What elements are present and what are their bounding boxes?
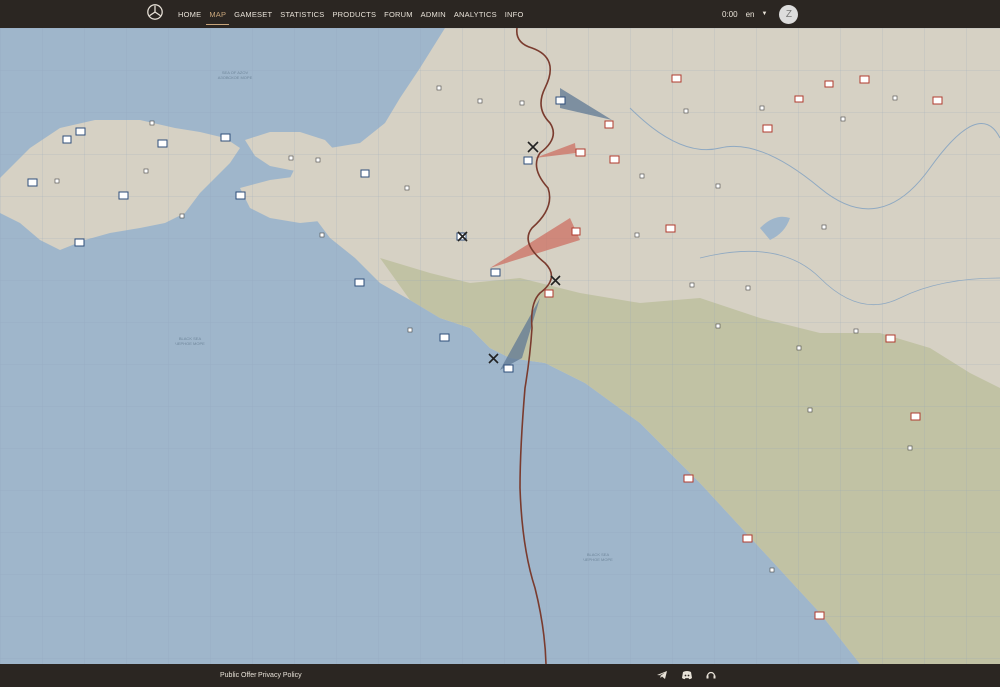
nav-home[interactable]: HOME [178, 10, 201, 19]
nav-gameset[interactable]: GAMESET [234, 10, 272, 19]
privacy-policy-link[interactable]: Privacy Policy [258, 672, 302, 679]
footer: Public Offer Privacy Policy [0, 664, 1000, 687]
unit-marker-enemy[interactable] [814, 611, 825, 620]
main-nav: HOME MAP GAMESET STATISTICS PRODUCTS FOR… [178, 0, 531, 28]
unit-marker-enemy[interactable] [575, 148, 586, 157]
unit-marker-allied[interactable] [503, 364, 514, 373]
nav-admin[interactable]: ADMIN [421, 10, 446, 19]
unit-marker-allied[interactable] [118, 191, 129, 200]
unit-marker-allied[interactable] [439, 333, 450, 342]
unit-marker-allied[interactable] [157, 139, 168, 148]
nav-forum[interactable]: FORUM [384, 10, 413, 19]
map-canvas[interactable]: SEA OF AZOV АЗОВСКОЕ МОРЕ BLACK SEA ЧЕРН… [0, 28, 1000, 664]
unit-marker-allied[interactable] [74, 238, 85, 247]
unit-marker-allied[interactable] [62, 135, 72, 144]
chevron-down-icon: ▼ [761, 11, 768, 17]
unit-marker-allied[interactable] [360, 169, 370, 178]
nav-map[interactable]: MAP [206, 10, 230, 25]
discord-icon[interactable] [681, 669, 693, 681]
unit-marker-enemy[interactable] [604, 120, 614, 129]
unit-marker-allied[interactable] [27, 178, 38, 187]
unit-marker-enemy[interactable] [544, 289, 554, 298]
unit-marker-enemy[interactable] [671, 74, 682, 83]
unit-marker-allied[interactable] [220, 133, 231, 142]
unit-marker-enemy[interactable] [794, 95, 804, 103]
unit-marker-enemy[interactable] [824, 80, 834, 88]
unit-marker-enemy[interactable] [609, 155, 620, 164]
logo-icon[interactable] [146, 3, 164, 21]
unit-marker-enemy[interactable] [762, 124, 773, 133]
unit-marker-allied[interactable] [75, 127, 86, 136]
unit-marker-enemy[interactable] [742, 534, 753, 543]
unit-marker-enemy[interactable] [859, 75, 870, 84]
unit-marker-enemy[interactable] [885, 334, 896, 343]
unit-marker-allied[interactable] [490, 268, 501, 277]
unit-marker-allied[interactable] [523, 156, 533, 165]
unit-marker-allied[interactable] [235, 191, 246, 200]
unit-marker-enemy[interactable] [910, 412, 921, 421]
nav-products[interactable]: PRODUCTS [332, 10, 376, 19]
nav-statistics[interactable]: STATISTICS [280, 10, 324, 19]
unit-marker-enemy[interactable] [932, 96, 943, 105]
public-offer-link[interactable]: Public Offer [220, 672, 256, 679]
sea-label-azov-ru: АЗОВСКОЕ МОРЕ [218, 75, 253, 80]
unit-marker-allied[interactable] [555, 96, 566, 105]
header-tools: 0:00 en ▼ Z [722, 0, 799, 28]
language-selector[interactable]: en ▼ [746, 10, 768, 19]
unit-marker-enemy[interactable] [683, 474, 694, 483]
telegram-icon[interactable] [656, 669, 668, 681]
sea-label-black-ru: ЧЕРНОЕ МОРЕ [175, 341, 205, 346]
unit-marker-enemy[interactable] [665, 224, 676, 233]
unit-marker-enemy[interactable] [571, 227, 581, 236]
nav-info[interactable]: INFO [505, 10, 524, 19]
sea-label-black-2-ru: ЧЕРНОЕ МОРЕ [583, 557, 613, 562]
game-clock: 0:00 [722, 9, 738, 19]
nav-analytics[interactable]: ANALYTICS [454, 10, 497, 19]
map-viewport[interactable]: SEA OF AZOV АЗОВСКОЕ МОРЕ BLACK SEA ЧЕРН… [0, 28, 1000, 664]
support-icon[interactable] [705, 669, 717, 681]
unit-marker-allied[interactable] [354, 278, 365, 287]
top-navigation-bar: HOME MAP GAMESET STATISTICS PRODUCTS FOR… [0, 0, 1000, 28]
user-avatar[interactable]: Z [779, 4, 799, 24]
language-value: en [745, 9, 755, 19]
